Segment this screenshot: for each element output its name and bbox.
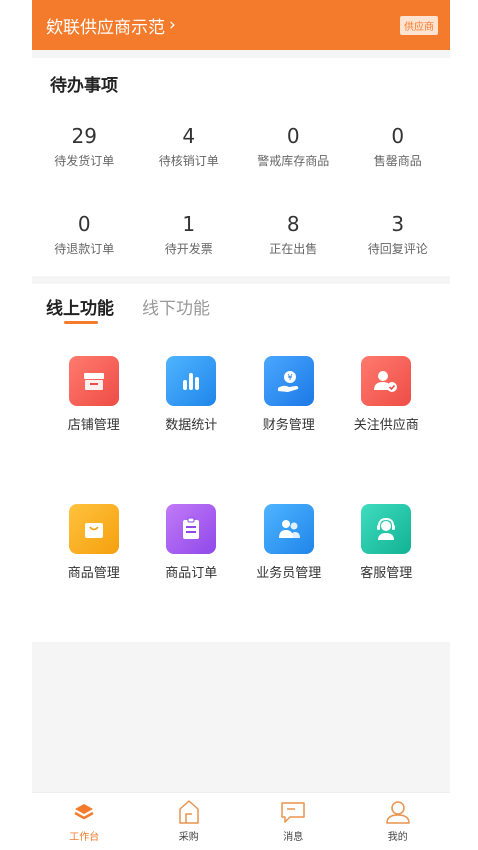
purchase-icon (137, 799, 242, 825)
store-icon (68, 356, 119, 406)
function-finance[interactable]: ¥ 财务管理 (240, 356, 338, 433)
function-product-orders[interactable]: 商品订单 (143, 504, 241, 581)
todo-item[interactable]: 8 正在出售 (241, 212, 346, 257)
function-row: 店铺管理 数据统计 ¥ 财务管理 关注供应商 (32, 356, 450, 433)
function-product-manage[interactable]: 商品管理 (45, 504, 143, 581)
shopping-bag-icon (68, 504, 119, 554)
store-title: 欸联供应商示范 (46, 17, 165, 38)
header-bar: 欸联供应商示范 › 供应商 (32, 0, 450, 50)
function-tabs: 线上功能 线下功能 (46, 294, 238, 324)
todo-label: 待退款订单 (54, 242, 115, 256)
todo-row: 29 待发货订单 4 待核销订单 0 警戒库存商品 0 售罄商品 (32, 124, 450, 169)
function-label: 数据统计 (165, 418, 218, 433)
function-label: 财务管理 (262, 418, 315, 433)
profile-icon (346, 799, 451, 825)
todo-label: 待开发票 (164, 242, 213, 256)
tab-purchase[interactable]: 采购 (137, 793, 242, 850)
tab-label: 工作台 (69, 832, 100, 843)
function-salesman-manage[interactable]: 业务员管理 (240, 504, 338, 581)
clipboard-icon (166, 504, 217, 554)
todo-label: 售罄商品 (373, 154, 422, 168)
app-screen: 欸联供应商示范 › 供应商 待办事项 29 待发货订单 4 待核销订单 0 警戒… (32, 0, 450, 850)
message-icon (241, 799, 346, 825)
store-title-link[interactable]: 欸联供应商示范 › (46, 13, 176, 38)
function-store-manage[interactable]: 店铺管理 (45, 356, 143, 433)
todo-item[interactable]: 0 待退款订单 (32, 212, 137, 257)
todo-label: 正在出售 (269, 242, 318, 256)
tab-offline[interactable]: 线下功能 (142, 294, 210, 319)
chevron-right-icon: › (169, 15, 176, 35)
functions-section: 线上功能 线下功能 店铺管理 数据统计 ¥ 财务管理 关注供应商 商品管理 商品… (32, 284, 450, 642)
todo-count: 4 (182, 124, 196, 148)
function-label: 业务员管理 (256, 566, 322, 581)
todo-count: 0 (77, 212, 91, 236)
tab-workbench[interactable]: 工作台 (32, 793, 137, 850)
todo-item[interactable]: 4 待核销订单 (137, 124, 242, 169)
todo-count: 1 (182, 212, 196, 236)
salesman-icon (263, 504, 314, 554)
function-follow-supplier[interactable]: 关注供应商 (338, 356, 436, 433)
todo-item[interactable]: 29 待发货订单 (32, 124, 137, 169)
tab-label: 采购 (178, 832, 199, 843)
todo-title: 待办事项 (50, 76, 118, 96)
todo-item[interactable]: 0 售罄商品 (346, 124, 451, 169)
headset-icon (361, 504, 412, 554)
tab-online[interactable]: 线上功能 (46, 294, 114, 324)
todo-count: 3 (391, 212, 405, 236)
tab-messages[interactable]: 消息 (241, 793, 346, 850)
todo-label: 待发货订单 (54, 154, 115, 168)
function-label: 商品管理 (67, 566, 120, 581)
todo-item[interactable]: 0 警戒库存商品 (241, 124, 346, 169)
todo-item[interactable]: 1 待开发票 (137, 212, 242, 257)
function-row: 商品管理 商品订单 业务员管理 客服管理 (32, 504, 450, 581)
function-data-stats[interactable]: 数据统计 (143, 356, 241, 433)
todo-item[interactable]: 3 待回复评论 (346, 212, 451, 257)
bar-chart-icon (166, 356, 217, 406)
svg-text:¥: ¥ (287, 373, 292, 382)
function-label: 店铺管理 (67, 418, 120, 433)
follow-supplier-icon (361, 356, 412, 406)
todo-count: 0 (391, 124, 405, 148)
role-badge: 供应商 (400, 15, 438, 35)
todo-label: 待核销订单 (158, 154, 219, 168)
todo-label: 待回复评论 (367, 242, 428, 256)
workbench-icon (32, 799, 137, 825)
function-label: 客服管理 (360, 566, 413, 581)
todo-section: 待办事项 29 待发货订单 4 待核销订单 0 警戒库存商品 0 售罄商品 0 … (32, 58, 450, 276)
todo-count: 29 (71, 124, 97, 148)
tab-label: 消息 (283, 832, 304, 843)
tab-label: 我的 (387, 832, 408, 843)
function-label: 关注供应商 (353, 418, 419, 433)
todo-count: 0 (286, 124, 300, 148)
function-label: 商品订单 (165, 566, 218, 581)
todo-count: 8 (286, 212, 300, 236)
todo-label: 警戒库存商品 (257, 154, 330, 168)
bottom-tab-bar: 工作台 采购 消息 我的 (32, 792, 450, 850)
function-customer-service[interactable]: 客服管理 (338, 504, 436, 581)
tab-profile[interactable]: 我的 (346, 793, 451, 850)
finance-icon: ¥ (263, 356, 314, 406)
todo-row: 0 待退款订单 1 待开发票 8 正在出售 3 待回复评论 (32, 212, 450, 257)
